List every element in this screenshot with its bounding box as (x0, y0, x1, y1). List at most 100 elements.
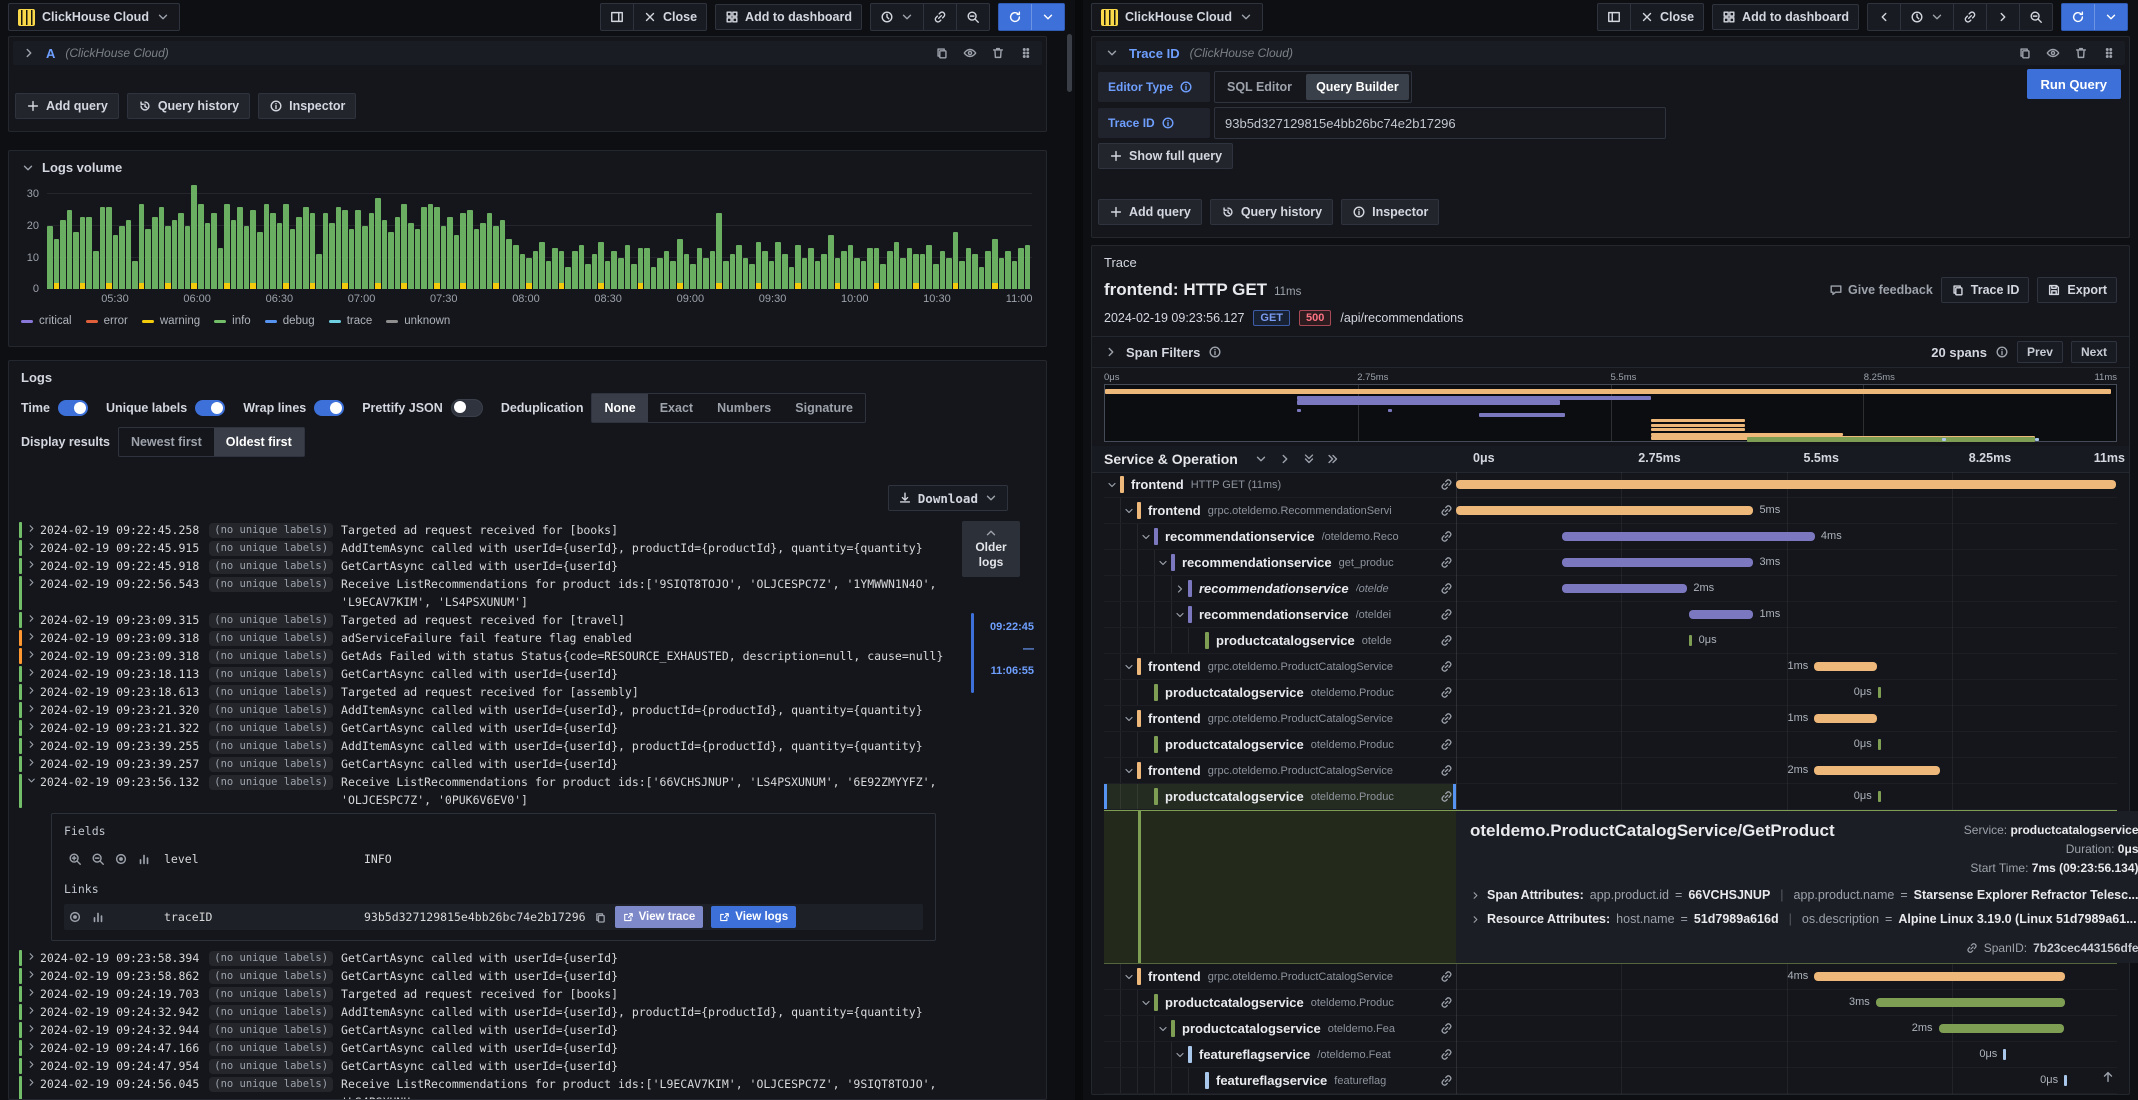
span-timeline-cell[interactable]: 3ms (1456, 990, 2117, 1015)
volume-bar[interactable] (749, 185, 755, 289)
volume-bar[interactable] (742, 185, 749, 289)
dedup-option-exact[interactable]: Exact (648, 394, 705, 422)
volume-bar[interactable] (939, 185, 946, 289)
toggle-off[interactable] (450, 399, 483, 417)
volume-bar[interactable] (355, 185, 361, 289)
log-row[interactable]: 2024-02-19 09:22:45.915 (no unique labels… (19, 539, 1032, 557)
close-split-button[interactable]: Close (633, 4, 706, 30)
span-name-cell[interactable]: frontend grpc.oteldemo.ProductCatalogServ… (1104, 964, 1456, 989)
volume-bar[interactable] (184, 185, 191, 289)
volume-bar[interactable] (519, 185, 526, 289)
refresh-button[interactable] (2062, 4, 2094, 30)
log-expand-icon[interactable] (22, 557, 40, 575)
span-duration-bar[interactable] (1561, 584, 1688, 593)
volume-bar[interactable] (946, 185, 952, 289)
volume-bar[interactable] (768, 185, 775, 289)
volume-bar[interactable] (624, 185, 631, 289)
drag-handle-icon[interactable] (1019, 46, 1033, 60)
volume-bar[interactable] (480, 185, 486, 289)
next-span-button[interactable]: Next (2070, 341, 2117, 363)
span-expand-icon[interactable] (1121, 713, 1137, 725)
log-expand-icon[interactable] (22, 611, 40, 629)
span-expand-icon[interactable] (1172, 583, 1188, 595)
span-name-cell[interactable]: recommendationservice/oteldemo.Reco (1104, 524, 1456, 549)
log-row[interactable]: 2024-02-19 09:23:18.613 (no unique labels… (19, 683, 1032, 701)
filter-out-value-icon[interactable] (91, 852, 105, 866)
volume-bar[interactable] (683, 185, 690, 289)
pane-scrollbar[interactable] (1067, 34, 1072, 92)
log-row[interactable]: 2024-02-19 09:23:21.320 (no unique labels… (19, 701, 1032, 719)
refresh-interval-button[interactable] (2094, 4, 2127, 30)
volume-bar[interactable] (985, 185, 991, 289)
volume-bar[interactable] (467, 185, 473, 289)
volume-bar[interactable] (237, 185, 243, 289)
volume-bar[interactable] (309, 185, 316, 289)
volume-bar[interactable] (677, 185, 683, 289)
zoom-out-button[interactable] (956, 4, 989, 30)
span-expand-icon[interactable] (1121, 505, 1137, 517)
span-name-cell[interactable]: productcatalogservice oteldemo.Produc (1104, 732, 1456, 757)
widen-pane-button[interactable] (1598, 4, 1630, 30)
trace-id-button[interactable]: Trace ID (1940, 277, 2030, 303)
display-option-oldest-first[interactable]: Oldest first (213, 428, 304, 456)
span-timeline-cell[interactable]: 0μs (1456, 1068, 2117, 1093)
span-name-cell[interactable]: productcatalogservice oteldemo.Produc (1104, 680, 1456, 705)
volume-bar[interactable] (99, 185, 106, 289)
volume-bar[interactable] (348, 185, 355, 289)
volume-bar[interactable] (125, 185, 132, 289)
span-duration-bar[interactable] (1561, 558, 1754, 567)
prettify-json-toggle[interactable]: Prettify JSON (362, 399, 483, 417)
query-history-button[interactable]: Query history (126, 93, 251, 119)
span-duration-bar[interactable] (1561, 532, 1815, 541)
span-duration-bar[interactable] (1814, 662, 1878, 671)
query-row-trace-id[interactable]: Trace ID (ClickHouse Cloud) (1096, 41, 2125, 65)
legend-item-debug[interactable]: debug (264, 315, 315, 327)
span-row[interactable]: recommendationservice/otelde 2ms (1104, 576, 2117, 602)
span-row[interactable]: frontend HTTP GET (11ms) (1104, 472, 2117, 498)
log-row[interactable]: 2024-02-19 09:23:39.255 (no unique labels… (19, 737, 1032, 755)
span-link-icon[interactable] (1440, 608, 1453, 621)
span-name-cell[interactable]: productcatalogservice oteldemo.Produc (1104, 784, 1456, 809)
log-row[interactable]: 2024-02-19 09:23:18.113 (no unique labels… (19, 665, 1032, 683)
volume-bar[interactable] (342, 185, 348, 289)
volume-bar[interactable] (165, 185, 171, 289)
span-row[interactable]: productcatalogservice oteldemo.Fea 2ms (1104, 1016, 2117, 1042)
minimap-viewport[interactable] (1104, 384, 2117, 442)
legend-item-unknown[interactable]: unknown (386, 315, 450, 327)
span-link-icon[interactable] (1440, 582, 1453, 595)
volume-bar[interactable] (73, 185, 79, 289)
volume-bar[interactable] (92, 185, 99, 289)
volume-bar[interactable] (322, 185, 329, 289)
log-row[interactable]: 2024-02-19 09:23:09.315 (no unique labels… (19, 611, 1032, 629)
log-scroll-indicator[interactable] (971, 613, 974, 693)
show-full-query-button[interactable]: Show full query (1098, 143, 1234, 169)
log-row[interactable]: 2024-02-19 09:24:32.942 (no unique labels… (19, 1003, 1032, 1021)
volume-bar[interactable] (506, 185, 512, 289)
volume-bar[interactable] (755, 185, 762, 289)
volume-bar[interactable] (821, 185, 827, 289)
volume-bar[interactable] (762, 185, 768, 289)
delete-query-icon[interactable] (991, 46, 1005, 60)
volume-bar[interactable] (171, 185, 178, 289)
toggle-on[interactable] (195, 400, 226, 416)
volume-bar[interactable] (401, 185, 407, 289)
span-filters-label[interactable]: Span Filters (1126, 345, 1200, 360)
volume-bar[interactable] (388, 185, 394, 289)
span-expand-icon[interactable] (1138, 997, 1154, 1009)
log-expand-icon[interactable] (22, 701, 40, 719)
span-row[interactable]: frontend grpc.oteldemo.RecommendationServ… (1104, 498, 2117, 524)
span-row[interactable]: recommendationservice/oteldemo.Reco 4ms (1104, 524, 2117, 550)
volume-bar[interactable] (539, 185, 545, 289)
log-expand-icon[interactable] (22, 967, 40, 985)
log-row[interactable]: 2024-02-19 09:24:56.045 (no unique labels… (19, 1075, 1032, 1099)
span-row[interactable]: frontend grpc.oteldemo.ProductCatalogServ… (1104, 706, 2117, 732)
volume-bar[interactable] (473, 185, 480, 289)
span-name-cell[interactable]: productcatalogservice otelde (1104, 628, 1456, 653)
volume-bar[interactable] (952, 185, 959, 289)
span-timeline-cell[interactable]: 0μs (1456, 1042, 2117, 1067)
volume-bar[interactable] (132, 185, 138, 289)
volume-bar[interactable] (709, 185, 716, 289)
chevron-down-icon[interactable] (1105, 46, 1119, 60)
span-row[interactable]: productcatalogservice oteldemo.Produc 0μs (1104, 732, 2117, 758)
volume-bar[interactable] (1024, 185, 1031, 289)
